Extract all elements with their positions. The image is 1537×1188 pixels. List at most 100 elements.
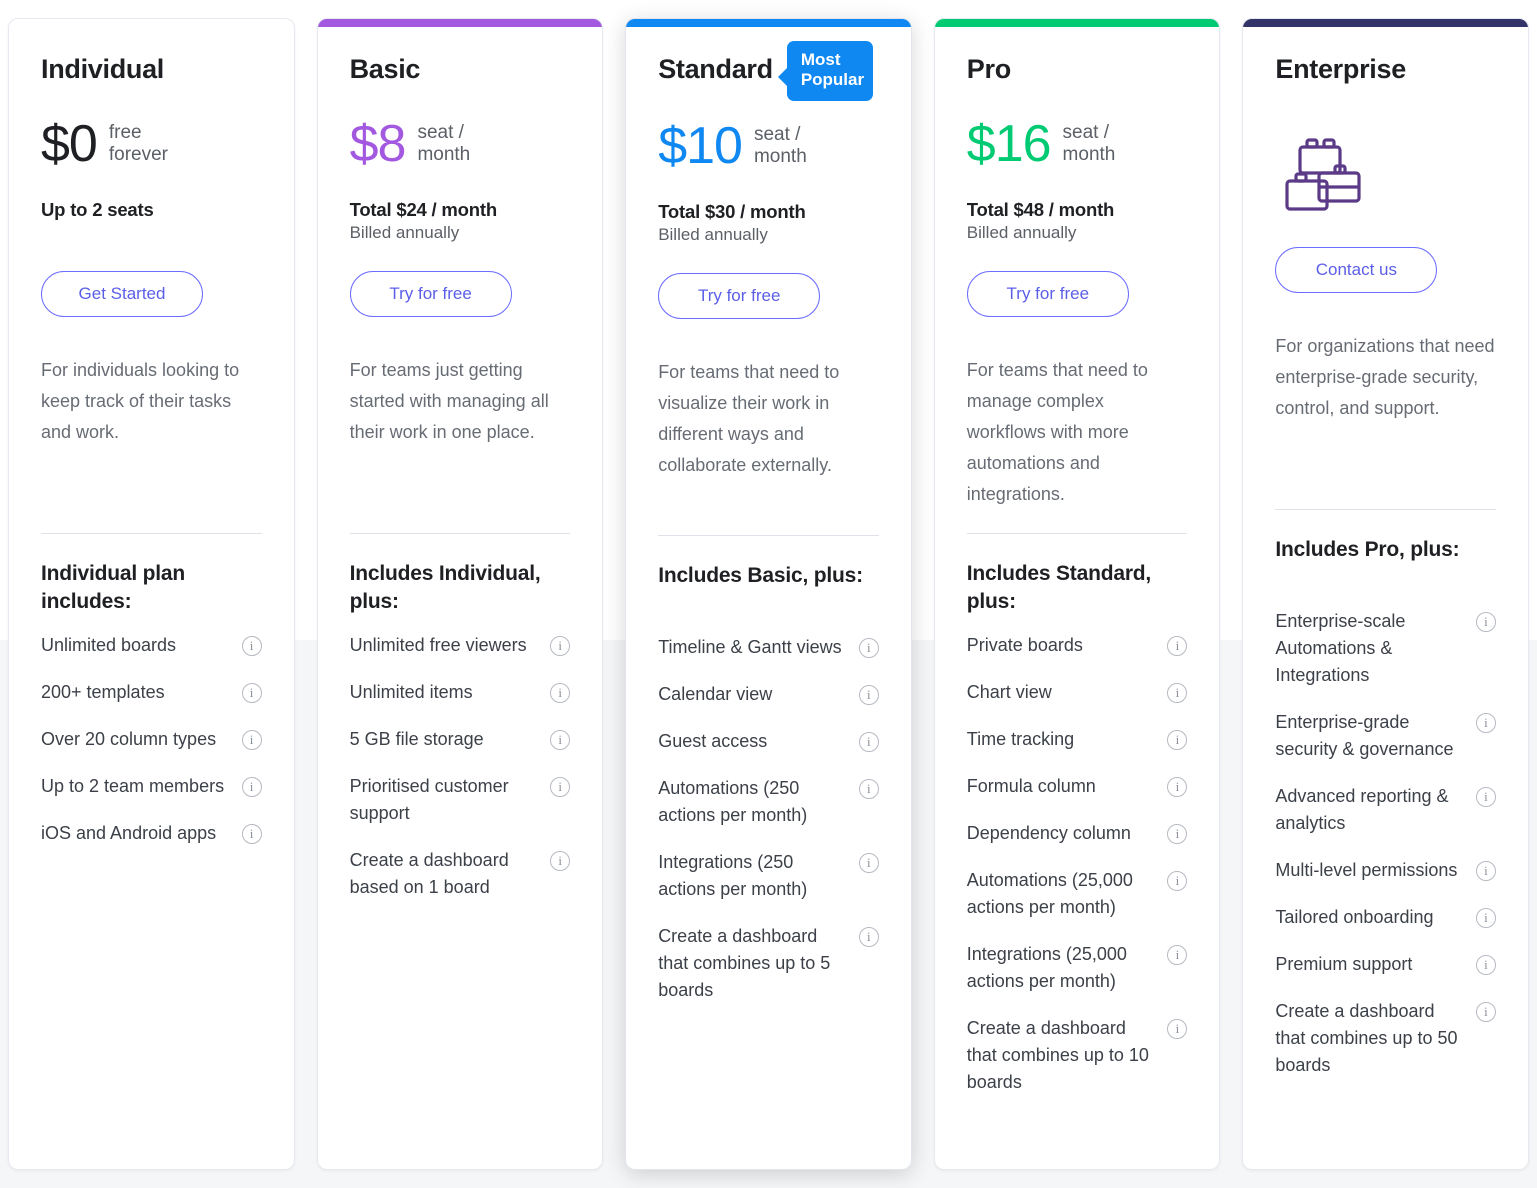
plan-price-amount-pro: $16 xyxy=(967,118,1051,170)
lego-blocks-icon xyxy=(1275,121,1496,225)
feature-item: iOS and Android apps i xyxy=(41,820,262,847)
plan-cta-button-pro[interactable]: Try for free xyxy=(967,271,1129,317)
feature-item: Dependency column i xyxy=(967,820,1188,847)
feature-label: Chart view xyxy=(967,679,1158,706)
info-icon[interactable]: i xyxy=(1167,1019,1187,1039)
feature-item: 200+ templatesi xyxy=(41,679,262,706)
plan-description-basic: For teams just getting started with mana… xyxy=(350,355,571,527)
plan-title-standard: Standard xyxy=(658,55,773,85)
feature-item: Multi-level permissionsi xyxy=(1275,857,1496,884)
feature-item: Automations (250 actions per month)i xyxy=(658,775,879,829)
plan-description-standard: For teams that need to visualize their w… xyxy=(658,357,879,529)
feature-label: Automations (25,000 actions per month) xyxy=(967,867,1158,921)
info-icon[interactable]: i xyxy=(859,685,879,705)
feature-label: Unlimited boards xyxy=(41,632,232,659)
info-icon[interactable]: i xyxy=(1167,824,1187,844)
feature-item: 5 GB file storage i xyxy=(350,726,571,753)
plan-title-pro: Pro xyxy=(967,55,1011,85)
plan-total-line-basic: Total $24 / month xyxy=(350,199,571,221)
info-icon[interactable]: i xyxy=(550,851,570,871)
plan-accent-bar-individual xyxy=(9,19,294,27)
info-icon[interactable]: i xyxy=(1167,730,1187,750)
plan-divider-basic xyxy=(350,533,571,534)
plan-cta-button-basic[interactable]: Try for free xyxy=(350,271,512,317)
feature-label: Unlimited free viewers xyxy=(350,632,541,659)
plan-price-row-standard: $10seat / month xyxy=(658,117,879,175)
info-icon[interactable]: i xyxy=(859,853,879,873)
plan-includes-title-enterprise: Includes Pro, plus: xyxy=(1275,536,1496,594)
plan-description-enterprise: For organizations that need enterprise-g… xyxy=(1275,331,1496,503)
info-icon[interactable]: i xyxy=(242,636,262,656)
plan-accent-bar-pro xyxy=(935,19,1220,27)
feature-item: Prioritised customer supporti xyxy=(350,773,571,827)
info-icon[interactable]: i xyxy=(242,730,262,750)
info-icon[interactable]: i xyxy=(859,779,879,799)
feature-item: Tailored onboardingi xyxy=(1275,904,1496,931)
feature-label: Dependency column xyxy=(967,820,1158,847)
most-popular-badge-wrap: Most Popular xyxy=(787,41,873,101)
info-icon[interactable]: i xyxy=(550,730,570,750)
feature-label: Calendar view xyxy=(658,681,849,708)
feature-label: 5 GB file storage xyxy=(350,726,541,753)
plan-cta-button-enterprise[interactable]: Contact us xyxy=(1275,247,1437,293)
info-icon[interactable]: i xyxy=(1167,636,1187,656)
plan-price-amount-basic: $8 xyxy=(350,118,406,170)
plan-divider-enterprise xyxy=(1275,509,1496,510)
info-icon[interactable]: i xyxy=(1167,945,1187,965)
info-icon[interactable]: i xyxy=(1476,787,1496,807)
plan-title-basic: Basic xyxy=(350,55,421,85)
info-icon[interactable]: i xyxy=(1167,683,1187,703)
plan-divider-individual xyxy=(41,533,262,534)
feature-label: Formula column xyxy=(967,773,1158,800)
info-icon[interactable]: i xyxy=(550,636,570,656)
plan-divider-pro xyxy=(967,533,1188,534)
info-icon[interactable]: i xyxy=(1476,1002,1496,1022)
plan-total-block-standard: Total $30 / monthBilled annually xyxy=(658,201,879,251)
plan-includes-title-individual: Individual plan includes: xyxy=(41,560,262,618)
plan-feature-list-enterprise: Enterprise-scale Automations & Integrati… xyxy=(1275,608,1496,1099)
info-icon[interactable]: i xyxy=(1476,908,1496,928)
info-icon[interactable]: i xyxy=(859,638,879,658)
plan-title-row-enterprise: Enterprise xyxy=(1275,55,1496,99)
plan-cta-button-standard[interactable]: Try for free xyxy=(658,273,820,319)
info-icon[interactable]: i xyxy=(1167,871,1187,891)
plan-title-row-individual: Individual xyxy=(41,55,262,99)
info-icon[interactable]: i xyxy=(1476,713,1496,733)
info-icon[interactable]: i xyxy=(859,927,879,947)
plan-feature-list-basic: Unlimited free viewersiUnlimited itemsi5… xyxy=(350,632,571,921)
plan-cta-button-individual[interactable]: Get Started xyxy=(41,271,203,317)
plan-price-unit-pro: seat / month xyxy=(1063,122,1116,166)
plan-card-pro: Pro$16seat / monthTotal $48 / monthBille… xyxy=(934,18,1221,1170)
info-icon[interactable]: i xyxy=(1476,861,1496,881)
feature-label: Create a dashboard based on 1 board xyxy=(350,847,541,901)
plan-cta-wrap-individual: Get Started xyxy=(41,271,262,317)
plan-cta-wrap-basic: Try for free xyxy=(350,271,571,317)
feature-item: Private boardsi xyxy=(967,632,1188,659)
info-icon[interactable]: i xyxy=(550,777,570,797)
info-icon[interactable]: i xyxy=(859,732,879,752)
info-icon[interactable]: i xyxy=(1476,955,1496,975)
plan-card-body-pro: Pro$16seat / monthTotal $48 / monthBille… xyxy=(935,27,1220,1170)
feature-label: Enterprise-scale Automations & Integrati… xyxy=(1275,608,1466,689)
info-icon[interactable]: i xyxy=(1167,777,1187,797)
feature-item: Enterprise-scale Automations & Integrati… xyxy=(1275,608,1496,689)
info-icon[interactable]: i xyxy=(242,777,262,797)
info-icon[interactable]: i xyxy=(550,683,570,703)
feature-label: iOS and Android apps xyxy=(41,820,232,847)
info-icon[interactable]: i xyxy=(242,824,262,844)
feature-item: Create a dashboard based on 1 board i xyxy=(350,847,571,901)
plan-price-row-pro: $16 seat / month xyxy=(967,115,1188,173)
feature-item: Calendar view i xyxy=(658,681,879,708)
info-icon[interactable]: i xyxy=(1476,612,1496,632)
feature-item: Chart view i xyxy=(967,679,1188,706)
plan-total-line-standard: Total $30 / month xyxy=(658,201,879,223)
plan-feature-list-standard: Timeline & Gantt viewsiCalendar viewiGue… xyxy=(658,634,879,1024)
plan-price-unit-basic: seat / month xyxy=(417,122,470,166)
plan-feature-list-pro: Private boardsiChart viewiTime trackingi… xyxy=(967,632,1188,1116)
plan-price-row-individual: $0free forever xyxy=(41,115,262,173)
plan-billed-line-standard: Billed annually xyxy=(658,225,879,245)
info-icon[interactable]: i xyxy=(242,683,262,703)
feature-label: Create a dashboard that combines up to 5… xyxy=(658,923,849,1004)
plan-accent-bar-standard xyxy=(626,19,911,27)
feature-item: Enterprise-grade security & governancei xyxy=(1275,709,1496,763)
